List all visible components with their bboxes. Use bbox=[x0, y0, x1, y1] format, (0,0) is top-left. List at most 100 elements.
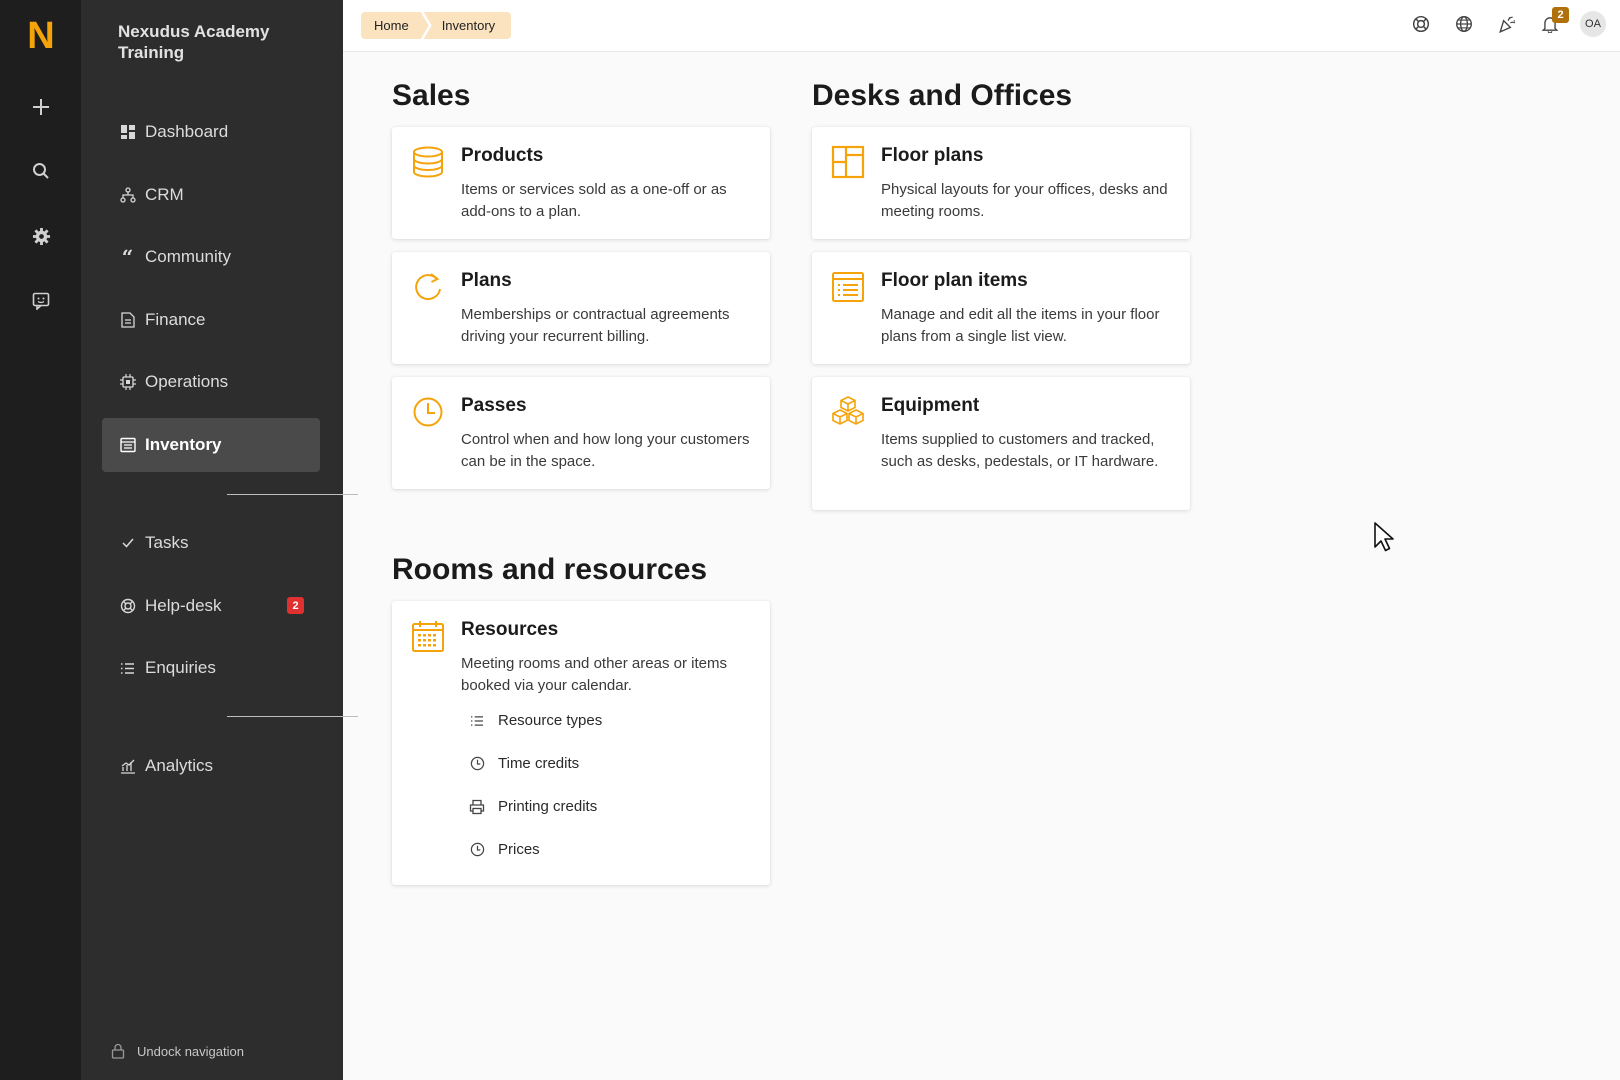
lifebuoy-icon bbox=[119, 598, 136, 615]
card-title: Plans bbox=[461, 270, 512, 291]
sidebar-item-community[interactable]: “ Community bbox=[102, 230, 320, 284]
document-icon bbox=[119, 312, 136, 329]
card-description: Physical layouts for your offices, desks… bbox=[881, 181, 1168, 220]
add-button[interactable] bbox=[24, 90, 58, 124]
chart-icon bbox=[119, 758, 136, 775]
topbar: Home Inventory 2 OA bbox=[343, 0, 1620, 52]
sidebar: Nexudus Academy Training Dashboard CRM “… bbox=[81, 0, 358, 1080]
sidebar-item-help-desk[interactable]: Help-desk 2 bbox=[102, 579, 320, 633]
settings-button[interactable] bbox=[24, 219, 58, 253]
card-title: Equipment bbox=[881, 395, 980, 416]
card-description: Manage and edit all the items in your fl… bbox=[881, 306, 1160, 345]
link-label: Prices bbox=[498, 841, 540, 858]
nexudus-logo[interactable]: N bbox=[24, 16, 58, 56]
lifebuoy-icon bbox=[1412, 15, 1430, 33]
add-icon bbox=[33, 99, 49, 115]
list-icon bbox=[469, 713, 485, 729]
breadcrumb-inventory[interactable]: Inventory bbox=[423, 12, 512, 39]
undock-label: Undock navigation bbox=[137, 1043, 244, 1059]
refresh-icon bbox=[415, 273, 441, 301]
sidebar-item-label: Inventory bbox=[145, 435, 222, 454]
list-window-icon bbox=[832, 272, 864, 302]
card-title: Products bbox=[461, 145, 544, 166]
sidebar-divider bbox=[227, 716, 358, 717]
avatar[interactable]: OA bbox=[1580, 11, 1606, 37]
section-title-rooms: Rooms and resources bbox=[392, 553, 708, 586]
dashboard-icon bbox=[119, 124, 136, 141]
link-prices[interactable]: Prices bbox=[469, 841, 540, 858]
sidebar-item-tasks[interactable]: Tasks bbox=[102, 516, 320, 570]
sidebar-item-label: Operations bbox=[145, 372, 229, 391]
card-description: Meeting rooms and other areas or items b… bbox=[461, 655, 727, 694]
sidebar-item-finance[interactable]: Finance bbox=[102, 293, 320, 347]
card-passes[interactable]: Passes Control when and how long your cu… bbox=[392, 377, 770, 489]
help-button[interactable] bbox=[1408, 11, 1434, 37]
card-title: Floor plan items bbox=[881, 270, 1028, 291]
sidebar-item-label: Dashboard bbox=[145, 122, 229, 141]
breadcrumb-home[interactable]: Home bbox=[361, 12, 429, 39]
undock-navigation-button[interactable]: Undock navigation bbox=[111, 1043, 244, 1059]
sidebar-item-inventory[interactable]: Inventory bbox=[102, 418, 320, 472]
floorplan-icon bbox=[831, 145, 865, 179]
party-popper-icon bbox=[1499, 16, 1516, 33]
gear-icon bbox=[32, 227, 50, 245]
section-title-sales: Sales bbox=[392, 79, 471, 112]
lock-icon bbox=[111, 1043, 125, 1059]
sidebar-divider bbox=[227, 494, 358, 495]
sidebar-item-analytics[interactable]: Analytics bbox=[102, 739, 320, 793]
sidebar-item-label: Analytics bbox=[145, 756, 214, 775]
language-button[interactable] bbox=[1451, 11, 1477, 37]
clock-icon bbox=[469, 756, 485, 772]
feedback-icon bbox=[32, 292, 50, 310]
boxes-icon bbox=[832, 396, 864, 425]
quote-icon: “ bbox=[121, 245, 134, 269]
card-products[interactable]: Products Items or services sold as a one… bbox=[392, 127, 770, 239]
notifications-badge: 2 bbox=[1552, 7, 1569, 23]
sidebar-item-label: Finance bbox=[145, 310, 206, 329]
inventory-icon bbox=[119, 437, 136, 454]
card-resources[interactable]: Resources Meeting rooms and other areas … bbox=[392, 601, 770, 885]
clock-icon bbox=[413, 397, 443, 427]
workspace-title[interactable]: Nexudus Academy Training bbox=[118, 21, 318, 63]
app-rail: N bbox=[0, 0, 81, 1080]
card-description: Items supplied to customers and tracked,… bbox=[881, 431, 1159, 470]
sidebar-item-dashboard[interactable]: Dashboard bbox=[102, 105, 320, 159]
link-label: Printing credits bbox=[498, 798, 598, 815]
card-description: Control when and how long your customers… bbox=[461, 431, 750, 470]
calendar-icon bbox=[412, 621, 444, 652]
feedback-button[interactable] bbox=[24, 284, 58, 318]
search-icon bbox=[33, 163, 49, 179]
link-resource-types[interactable]: Resource types bbox=[469, 712, 602, 729]
card-title: Passes bbox=[461, 395, 527, 416]
card-plans[interactable]: Plans Memberships or contractual agreeme… bbox=[392, 252, 770, 364]
link-label: Time credits bbox=[498, 755, 580, 772]
crm-icon bbox=[119, 187, 136, 204]
card-equipment[interactable]: Equipment Items supplied to customers an… bbox=[812, 377, 1190, 510]
notifications-button[interactable]: 2 bbox=[1537, 7, 1569, 37]
clock-icon bbox=[469, 842, 485, 858]
printer-icon bbox=[469, 799, 485, 815]
check-icon bbox=[119, 535, 136, 552]
sidebar-item-label: Tasks bbox=[145, 533, 189, 552]
database-icon bbox=[413, 146, 443, 178]
card-title: Floor plans bbox=[881, 145, 984, 166]
sidebar-item-label: CRM bbox=[145, 185, 184, 204]
sidebar-item-label: Community bbox=[145, 247, 231, 266]
globe-icon bbox=[1456, 16, 1472, 32]
mouse-cursor-icon bbox=[1374, 522, 1394, 552]
link-label: Resource types bbox=[498, 712, 603, 729]
sidebar-item-enquiries[interactable]: Enquiries bbox=[102, 641, 320, 695]
card-description: Memberships or contractual agreements dr… bbox=[461, 306, 730, 345]
link-time-credits[interactable]: Time credits bbox=[469, 755, 579, 772]
card-title: Resources bbox=[461, 619, 559, 640]
sidebar-item-crm[interactable]: CRM bbox=[102, 168, 320, 222]
card-floor-plan-items[interactable]: Floor plan items Manage and edit all the… bbox=[812, 252, 1190, 364]
search-button[interactable] bbox=[24, 154, 58, 188]
link-printing-credits[interactable]: Printing credits bbox=[469, 798, 597, 815]
breadcrumb: Home Inventory bbox=[361, 12, 512, 39]
section-title-desks: Desks and Offices bbox=[812, 79, 1073, 112]
sidebar-item-operations[interactable]: Operations bbox=[102, 355, 320, 409]
whats-new-button[interactable] bbox=[1494, 11, 1520, 37]
card-floor-plans[interactable]: Floor plans Physical layouts for your of… bbox=[812, 127, 1190, 239]
card-description: Items or services sold as a one-off or a… bbox=[461, 181, 727, 220]
